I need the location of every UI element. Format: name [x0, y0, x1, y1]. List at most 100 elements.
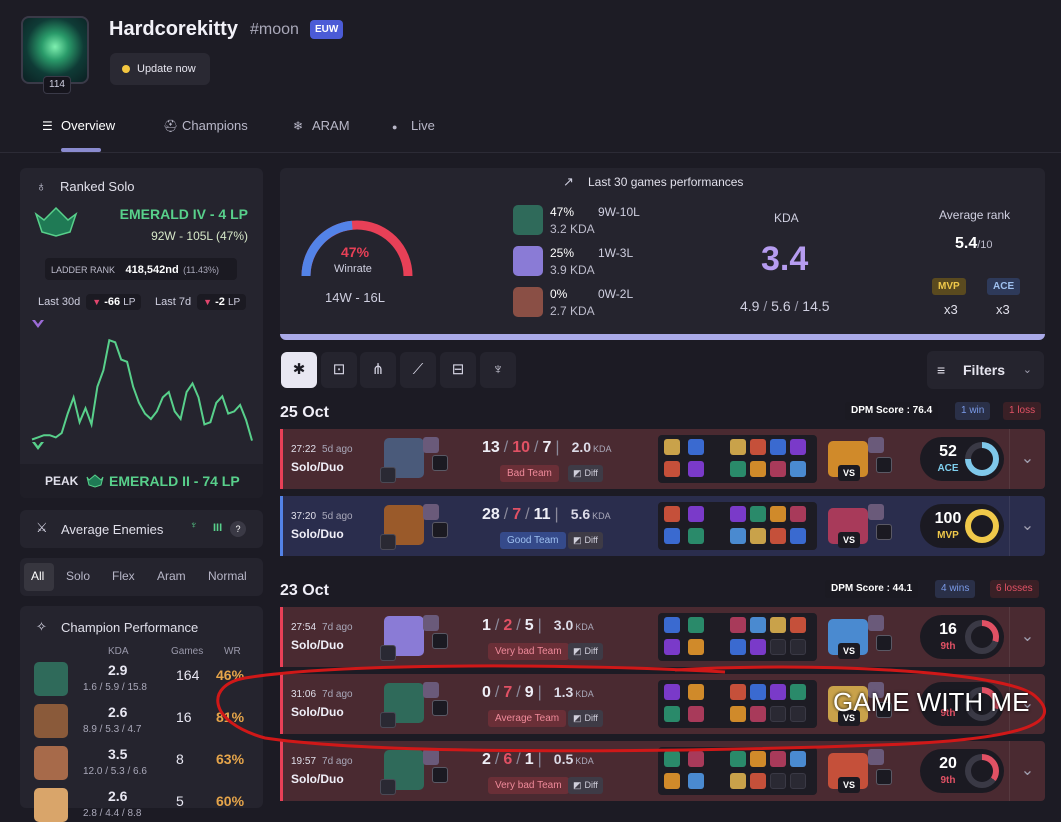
item-icon[interactable] [770, 773, 786, 789]
item-icon[interactable] [790, 639, 806, 655]
item-icon[interactable] [730, 617, 746, 633]
champion-icon[interactable] [34, 788, 68, 822]
match-time: 27:54 7d ago [291, 622, 353, 633]
score-value: 52 [939, 443, 957, 460]
performance-record: 14W - 16L [325, 290, 385, 305]
summoner-spell-icon [868, 504, 884, 520]
expand-chevron-icon[interactable]: ⌄ [1009, 429, 1045, 489]
spell-icon[interactable] [688, 461, 704, 477]
tab-overview[interactable]: ☰ Overview [42, 118, 115, 133]
ladder-rank: LADDER RANK 418,542nd (11.43%) [45, 258, 237, 280]
item-icon[interactable] [770, 617, 786, 633]
help-icon[interactable]: ? [230, 521, 246, 537]
item-icon[interactable] [750, 461, 766, 477]
spell-icon[interactable] [664, 639, 680, 655]
champion-icon[interactable] [513, 246, 543, 276]
champion-record: 1W-3L [598, 246, 634, 260]
champion-icon[interactable] [513, 205, 543, 235]
tab-aram[interactable]: ❄ ARAM [293, 118, 350, 133]
item-icon[interactable] [750, 639, 766, 655]
tab-champions[interactable]: ⛑ Champions [163, 118, 248, 133]
item-icon[interactable] [790, 461, 806, 477]
item-icon[interactable] [770, 639, 786, 655]
champion-kda: 3.9 KDA [550, 263, 595, 277]
spell-icon[interactable] [664, 506, 680, 522]
spell-icon[interactable] [664, 773, 680, 789]
tab-live[interactable]: ● Live [392, 118, 435, 133]
item-icon[interactable] [730, 506, 746, 522]
expand-chevron-icon[interactable]: ⌄ [1009, 607, 1045, 667]
item-icon[interactable] [770, 461, 786, 477]
item-icon[interactable] [750, 439, 766, 455]
item-icon[interactable] [770, 506, 786, 522]
queue-tab-all[interactable]: All [31, 569, 44, 583]
day-wins: 4 wins [935, 580, 976, 598]
role-all-button[interactable]: ✱ [281, 352, 317, 388]
emerald-tier-icon [32, 442, 44, 450]
filters-dropdown[interactable]: ≡ Filters ⌄ [927, 351, 1044, 389]
spell-icon[interactable] [664, 617, 680, 633]
item-icon[interactable] [790, 773, 806, 789]
match-row[interactable]: 27:54 7d ago Solo/Duo 1/2/5 | 3.0 KDA Very b… [280, 607, 1045, 667]
item-icon[interactable] [730, 439, 746, 455]
champion-icon[interactable] [34, 746, 68, 780]
champion-icon[interactable] [513, 287, 543, 317]
score-badge: 9th [940, 775, 956, 786]
champion-icon[interactable] [34, 704, 68, 738]
average-enemies-card[interactable]: ⚔ Average Enemies ♆ III ? [20, 510, 263, 548]
item-icon[interactable] [790, 506, 806, 522]
helmet-icon: ⛑ [163, 119, 179, 133]
match-queue: Solo/Duo [291, 772, 344, 786]
match-row[interactable]: 27:22 5d ago Solo/Duo 13/10/7 | 2.0 KDA Bad … [280, 429, 1045, 489]
item-icon[interactable] [730, 528, 746, 544]
role-top-button[interactable]: ⊡ [321, 352, 357, 388]
queue-tab-flex[interactable]: Flex [112, 569, 135, 583]
item-icon[interactable] [730, 773, 746, 789]
day-header-date: 25 Oct [280, 404, 329, 421]
role-support-button[interactable]: ♆ [480, 352, 516, 388]
kda-value: 3.4 [761, 240, 809, 278]
spell-icon[interactable] [664, 528, 680, 544]
match-score: 52 ACE [920, 437, 1004, 481]
peak-label: PEAK [45, 474, 79, 488]
spell-icon[interactable] [664, 461, 680, 477]
champion-wr: 60% [216, 793, 245, 809]
spell-icon[interactable] [664, 439, 680, 455]
item-icon[interactable] [750, 617, 766, 633]
score-badge: 9th [940, 641, 956, 652]
col-kda: KDA [108, 646, 129, 657]
item-icon[interactable] [730, 461, 746, 477]
match-score: 100 MVP [920, 504, 1004, 548]
item-icon[interactable] [750, 528, 766, 544]
role-bot-button[interactable]: ⊟ [440, 352, 476, 388]
queue-tab-aram[interactable]: Aram [157, 569, 186, 583]
expand-chevron-icon[interactable]: ⌄ [1009, 496, 1045, 556]
item-icon[interactable] [750, 773, 766, 789]
item-icon[interactable] [790, 439, 806, 455]
team-tag: Very bad Team [488, 643, 569, 660]
role-mid-button[interactable]: ⟋ [400, 352, 436, 388]
item-icon[interactable] [730, 639, 746, 655]
spell-icon[interactable] [688, 617, 704, 633]
item-icon[interactable] [770, 439, 786, 455]
update-button[interactable]: Update now [110, 53, 210, 85]
item-icon[interactable] [770, 528, 786, 544]
spell-icon[interactable] [688, 439, 704, 455]
list-icon: ☰ [42, 119, 53, 133]
match-row[interactable]: 37:20 5d ago Solo/Duo 28/7/11 | 5.6 KDA Good… [280, 496, 1045, 556]
performance-panel: ↗ Last 30 games performances 47% Winrate… [280, 168, 1045, 340]
spell-icon[interactable] [688, 773, 704, 789]
spell-icon[interactable] [688, 506, 704, 522]
item-icon[interactable] [790, 617, 806, 633]
summoner-spell-icon [423, 437, 439, 453]
queue-tab-solo[interactable]: Solo [66, 569, 90, 583]
champion-icon[interactable] [34, 662, 68, 696]
item-icon[interactable] [790, 528, 806, 544]
peak-emblem-icon [86, 474, 104, 488]
queue-tab-normal[interactable]: Normal [208, 569, 247, 583]
spell-icon[interactable] [688, 639, 704, 655]
spell-icon[interactable] [688, 528, 704, 544]
item-icon[interactable] [750, 506, 766, 522]
role-jungle-button[interactable]: ⋔ [360, 352, 396, 388]
col-games: Games [171, 646, 204, 657]
